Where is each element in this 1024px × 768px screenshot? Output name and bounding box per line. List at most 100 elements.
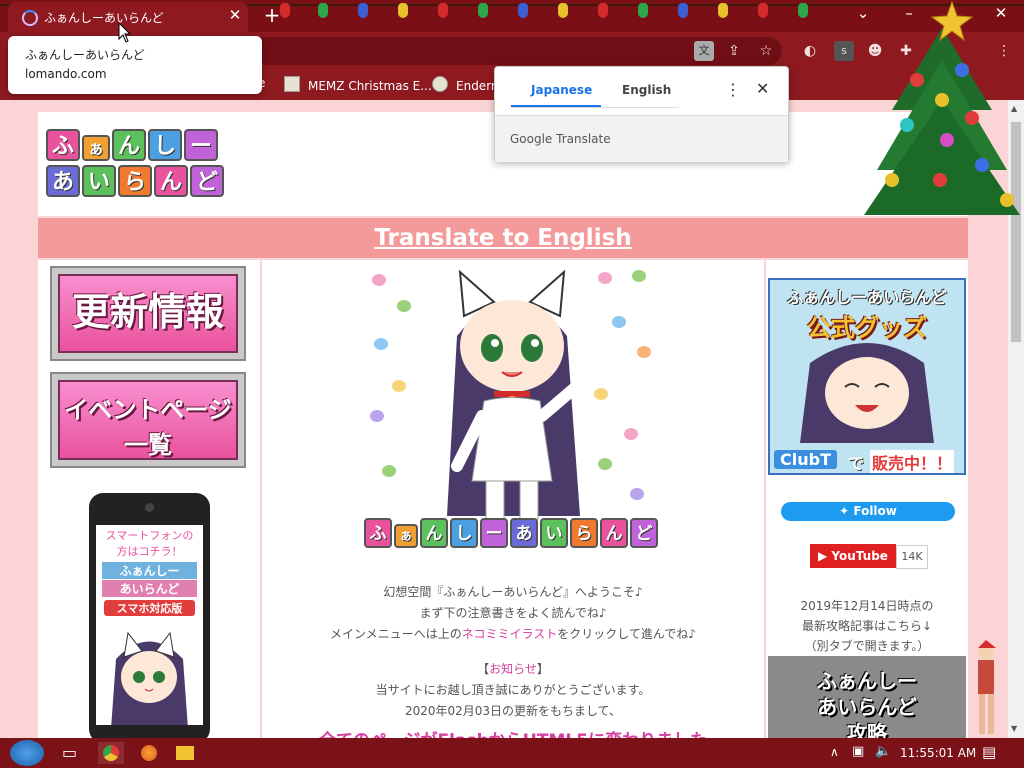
goods-subtitle: 公式グッズ — [807, 314, 927, 342]
close-tab-icon[interactable]: ✕ — [226, 6, 244, 24]
notice-line-2: 2020年02月03日の更新をもちまして、 — [404, 704, 622, 718]
logo-tile: ら — [118, 165, 152, 197]
goods-de-label: で — [848, 454, 865, 473]
christmas-light-icon — [398, 3, 408, 18]
language-tabs: Japanese English — [511, 81, 679, 108]
mouse-cursor-icon — [118, 22, 132, 43]
logo-tile: し — [148, 129, 182, 161]
translate-popup: Japanese English ⋮ ✕ Google Translate — [494, 66, 789, 162]
christmas-light-icon — [318, 3, 328, 18]
address-bar[interactable]: 文 ⇪ ☆ — [186, 37, 782, 65]
site-logo[interactable]: ふ ぁ ん し ー あ い ら ん ど — [46, 129, 226, 201]
web-page: ふ ぁ ん し ー あ い ら ん ど Translate to English… — [0, 100, 1008, 738]
smartphone-version-banner[interactable]: スマートフォンの 方はコチラ！ ふぁんしー あいらんど スマホ対応版 — [89, 493, 210, 738]
welcome-text-a: メインメニューへは上の — [330, 627, 462, 641]
logo-tile: ふ — [46, 129, 80, 161]
christmas-light-icon — [438, 3, 448, 18]
hover-card-url: lomando.com — [25, 67, 107, 81]
christmas-light-icon — [558, 3, 568, 18]
volume-icon[interactable]: 🔈 — [875, 744, 891, 759]
phone-logo-1: ふぁんしー — [102, 562, 197, 579]
guide-line-3: （別タブで開きます。） — [804, 639, 930, 653]
task-view-icon[interactable]: ▭ — [62, 743, 77, 762]
phone-logo-2: あいらんど — [102, 580, 197, 597]
santa-figure-icon — [978, 640, 996, 734]
tab-title: ふぁんしーあいらんど — [44, 11, 164, 25]
logo-tile: ん — [112, 129, 146, 161]
logo-tile: ぁ — [394, 524, 418, 548]
christmas-light-icon — [598, 3, 608, 18]
right-sidebar: ふぁんしーあいらんど 公式グッズ ClubT で 販売中！！ ✦ Follow … — [766, 260, 968, 738]
flag-extension-icon[interactable]: ◐ — [800, 41, 820, 61]
guide-banner[interactable]: ふぁんしー あいらんど 攻略 — [768, 656, 966, 738]
file-explorer-icon[interactable] — [176, 746, 194, 760]
event-list-line1: イベントページ — [64, 396, 232, 424]
twitter-bird-icon: ✦ — [839, 504, 854, 518]
bookmark-item[interactable]: MEMZ Christmas E... — [284, 76, 432, 93]
christmas-light-icon — [638, 3, 648, 18]
action-center-icon[interactable]: ▤ — [982, 743, 996, 761]
official-goods-banner[interactable]: ふぁんしーあいらんど 公式グッズ ClubT で 販売中！！ — [768, 278, 966, 475]
chrome-taskbar-icon[interactable] — [98, 742, 124, 764]
welcome-text-b: をクリックして進んでね♪ — [557, 627, 696, 641]
notice-bracket-open: 【 — [477, 662, 490, 676]
clubt-label: ClubT — [774, 450, 837, 469]
logo-tile: ぁ — [82, 135, 110, 161]
guide-text: 2019年12月14日時点の 最新攻略記事はこちら↓ （別タブで開きます。） — [766, 596, 968, 656]
guide-banner-line-3: 攻略 — [847, 721, 887, 738]
network-icon[interactable]: ▣ — [852, 744, 864, 759]
new-tab-icon[interactable]: + — [262, 3, 282, 27]
start-button-icon[interactable] — [10, 740, 44, 766]
translate-icon[interactable]: 文 — [694, 41, 714, 61]
youtube-subscribe-button[interactable]: ▶ YouTube — [810, 544, 896, 568]
christmas-light-icon — [798, 3, 808, 18]
cat-girl-icon — [447, 269, 583, 520]
tab-english[interactable]: English — [622, 83, 671, 97]
guide-banner-line-2: あいらんど — [817, 695, 917, 719]
twitter-follow-button[interactable]: ✦ Follow @fancy_islandrss — [781, 502, 955, 537]
logo-tile: ら — [570, 518, 598, 548]
paw-print-icon — [637, 346, 651, 358]
tray-chevron-icon[interactable]: ∧ — [830, 745, 839, 759]
translate-options-icon[interactable]: ⋮ — [725, 80, 741, 99]
logo-tile: あ — [46, 165, 80, 197]
main-content: ふ ぁ ん し ー あ い ら ん ど 幻想空間『ふぁんしーあいらんど』へようこ… — [262, 260, 764, 738]
nekomimi-link[interactable]: ネコミミイラスト — [462, 627, 558, 641]
cat-girl-icon — [800, 343, 934, 443]
paw-print-icon — [374, 338, 388, 350]
christmas-light-icon — [718, 3, 728, 18]
guide-banner-line-1: ふぁんしー — [817, 669, 917, 693]
logo-tile: ど — [630, 518, 658, 548]
cat-girl-illustration[interactable]: ふ ぁ ん し ー あ い ら ん ど — [362, 260, 662, 550]
event-list-line2: 一覧 — [124, 431, 172, 459]
translate-to-english-link[interactable]: Translate to English — [374, 225, 631, 251]
notice-bracket-close: 】 — [536, 662, 549, 676]
paw-print-icon — [382, 465, 396, 477]
bookmark-label: MEMZ Christmas E... — [308, 79, 432, 93]
logo-tile: あ — [510, 518, 538, 548]
bookmark-star-icon[interactable]: ☆ — [756, 41, 776, 61]
share-icon[interactable]: ⇪ — [724, 41, 744, 61]
event-list-label: イベントページ 一覧 — [58, 380, 238, 460]
cat-girl-icon — [111, 631, 188, 725]
notice-headline: 全てのページがFlashからHTML5に変わりました — [262, 726, 764, 738]
tab-japanese[interactable]: Japanese — [531, 83, 592, 97]
clock[interactable]: 11:55:01 AM — [900, 746, 976, 760]
translate-banner: Translate to English — [38, 218, 968, 258]
welcome-text: 幻想空間『ふぁんしーあいらんど』へようこそ♪ まず下の注意書きをよく読んでね♪ … — [262, 582, 764, 738]
bookmark-item[interactable]: Enderm — [432, 76, 503, 93]
logo-tile: し — [450, 518, 478, 548]
left-sidebar: 更新情報 イベントページ 一覧 スマートフォンの 方はコチラ！ ふぁんしー あい… — [38, 260, 260, 738]
event-list-button[interactable]: イベントページ 一覧 — [50, 372, 246, 468]
google-translate-brand: Google Translate — [510, 132, 611, 146]
paw-print-icon — [632, 270, 646, 282]
logo-tile: ん — [154, 165, 188, 197]
firefox-taskbar-icon[interactable] — [141, 745, 157, 761]
close-icon[interactable]: ✕ — [756, 79, 769, 98]
welcome-line-2: まず下の注意書きをよく読んでね♪ — [419, 606, 607, 620]
christmas-light-icon — [518, 3, 528, 18]
update-info-button[interactable]: 更新情報 — [50, 266, 246, 361]
goods-sale-label: 販売中！！ — [870, 450, 955, 473]
scroll-down-icon[interactable]: ▼ — [1011, 724, 1017, 733]
extension-s-icon[interactable]: s — [834, 41, 854, 61]
